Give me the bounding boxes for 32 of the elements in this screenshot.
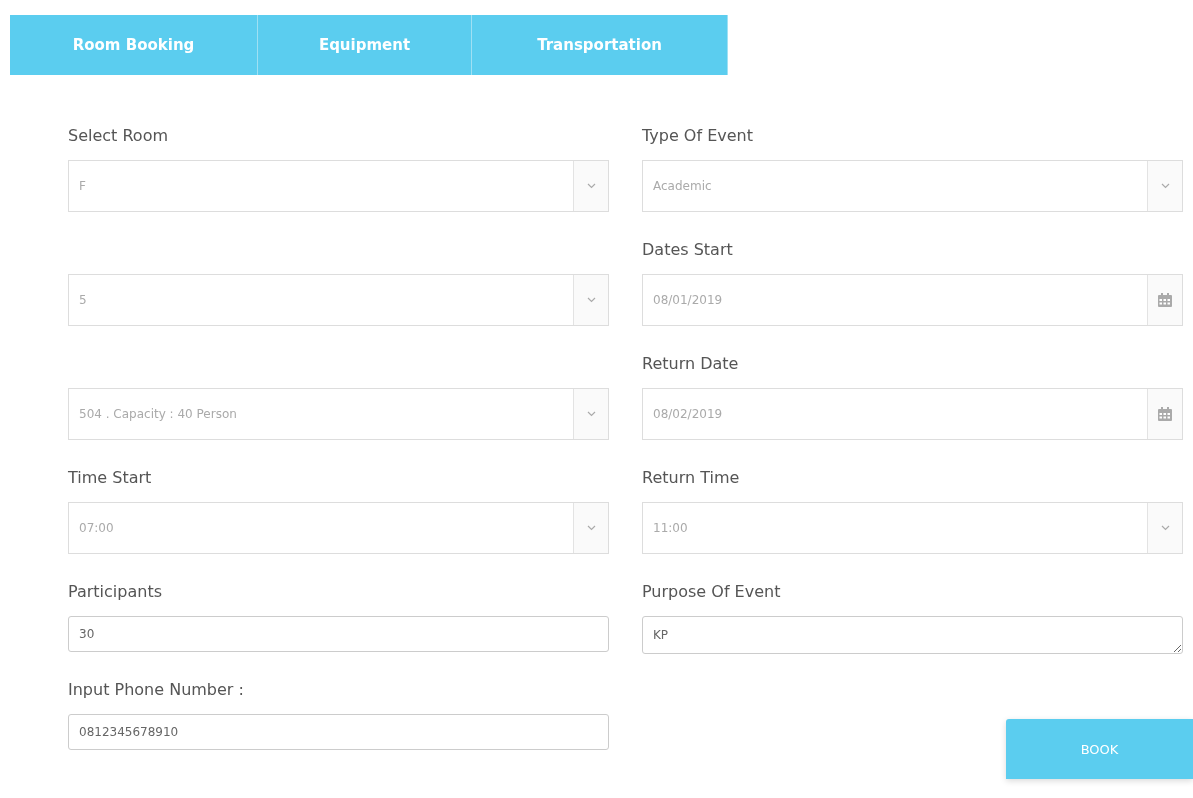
input-field[interactable]: 30	[68, 616, 609, 652]
chevron-down-icon	[586, 411, 596, 417]
chevron-down-icon	[586, 297, 596, 303]
tab[interactable]: Equipment	[258, 15, 472, 75]
date-field[interactable]: 08/02/2019	[642, 388, 1183, 440]
calendar-icon	[1157, 292, 1173, 308]
field-label: Return Date	[642, 353, 740, 375]
field-label: Type Of Event	[642, 125, 754, 147]
field-label: Input Phone Number :	[68, 679, 245, 701]
select-field[interactable]: Academic	[642, 160, 1183, 212]
chevron-down-icon	[586, 525, 596, 531]
text-area[interactable]: KP	[642, 616, 1183, 654]
select-field[interactable]: 5	[68, 274, 609, 326]
field-label: Time Start	[68, 467, 153, 489]
tab[interactable]: Room Booking	[10, 15, 258, 75]
field-label: Participants	[68, 581, 163, 603]
date-field[interactable]: 08/01/2019	[642, 274, 1183, 326]
chevron-down-icon	[1160, 183, 1170, 189]
field-label: Dates Start	[642, 239, 734, 261]
select-field[interactable]: F	[68, 160, 609, 212]
select-field[interactable]: 11:00	[642, 502, 1183, 554]
field-label: Purpose Of Event	[642, 581, 782, 603]
input-field[interactable]: 0812345678910	[68, 714, 609, 750]
field-label: Return Time	[642, 467, 741, 489]
calendar-icon	[1157, 406, 1173, 422]
field-label: Select Room	[68, 125, 169, 147]
chevron-down-icon	[586, 183, 596, 189]
select-field[interactable]: 504 . Capacity : 40 Person	[68, 388, 609, 440]
book-button[interactable]: BOOK	[1006, 719, 1193, 779]
chevron-down-icon	[1160, 525, 1170, 531]
select-field[interactable]: 07:00	[68, 502, 609, 554]
tab[interactable]: Transportation	[472, 15, 728, 75]
